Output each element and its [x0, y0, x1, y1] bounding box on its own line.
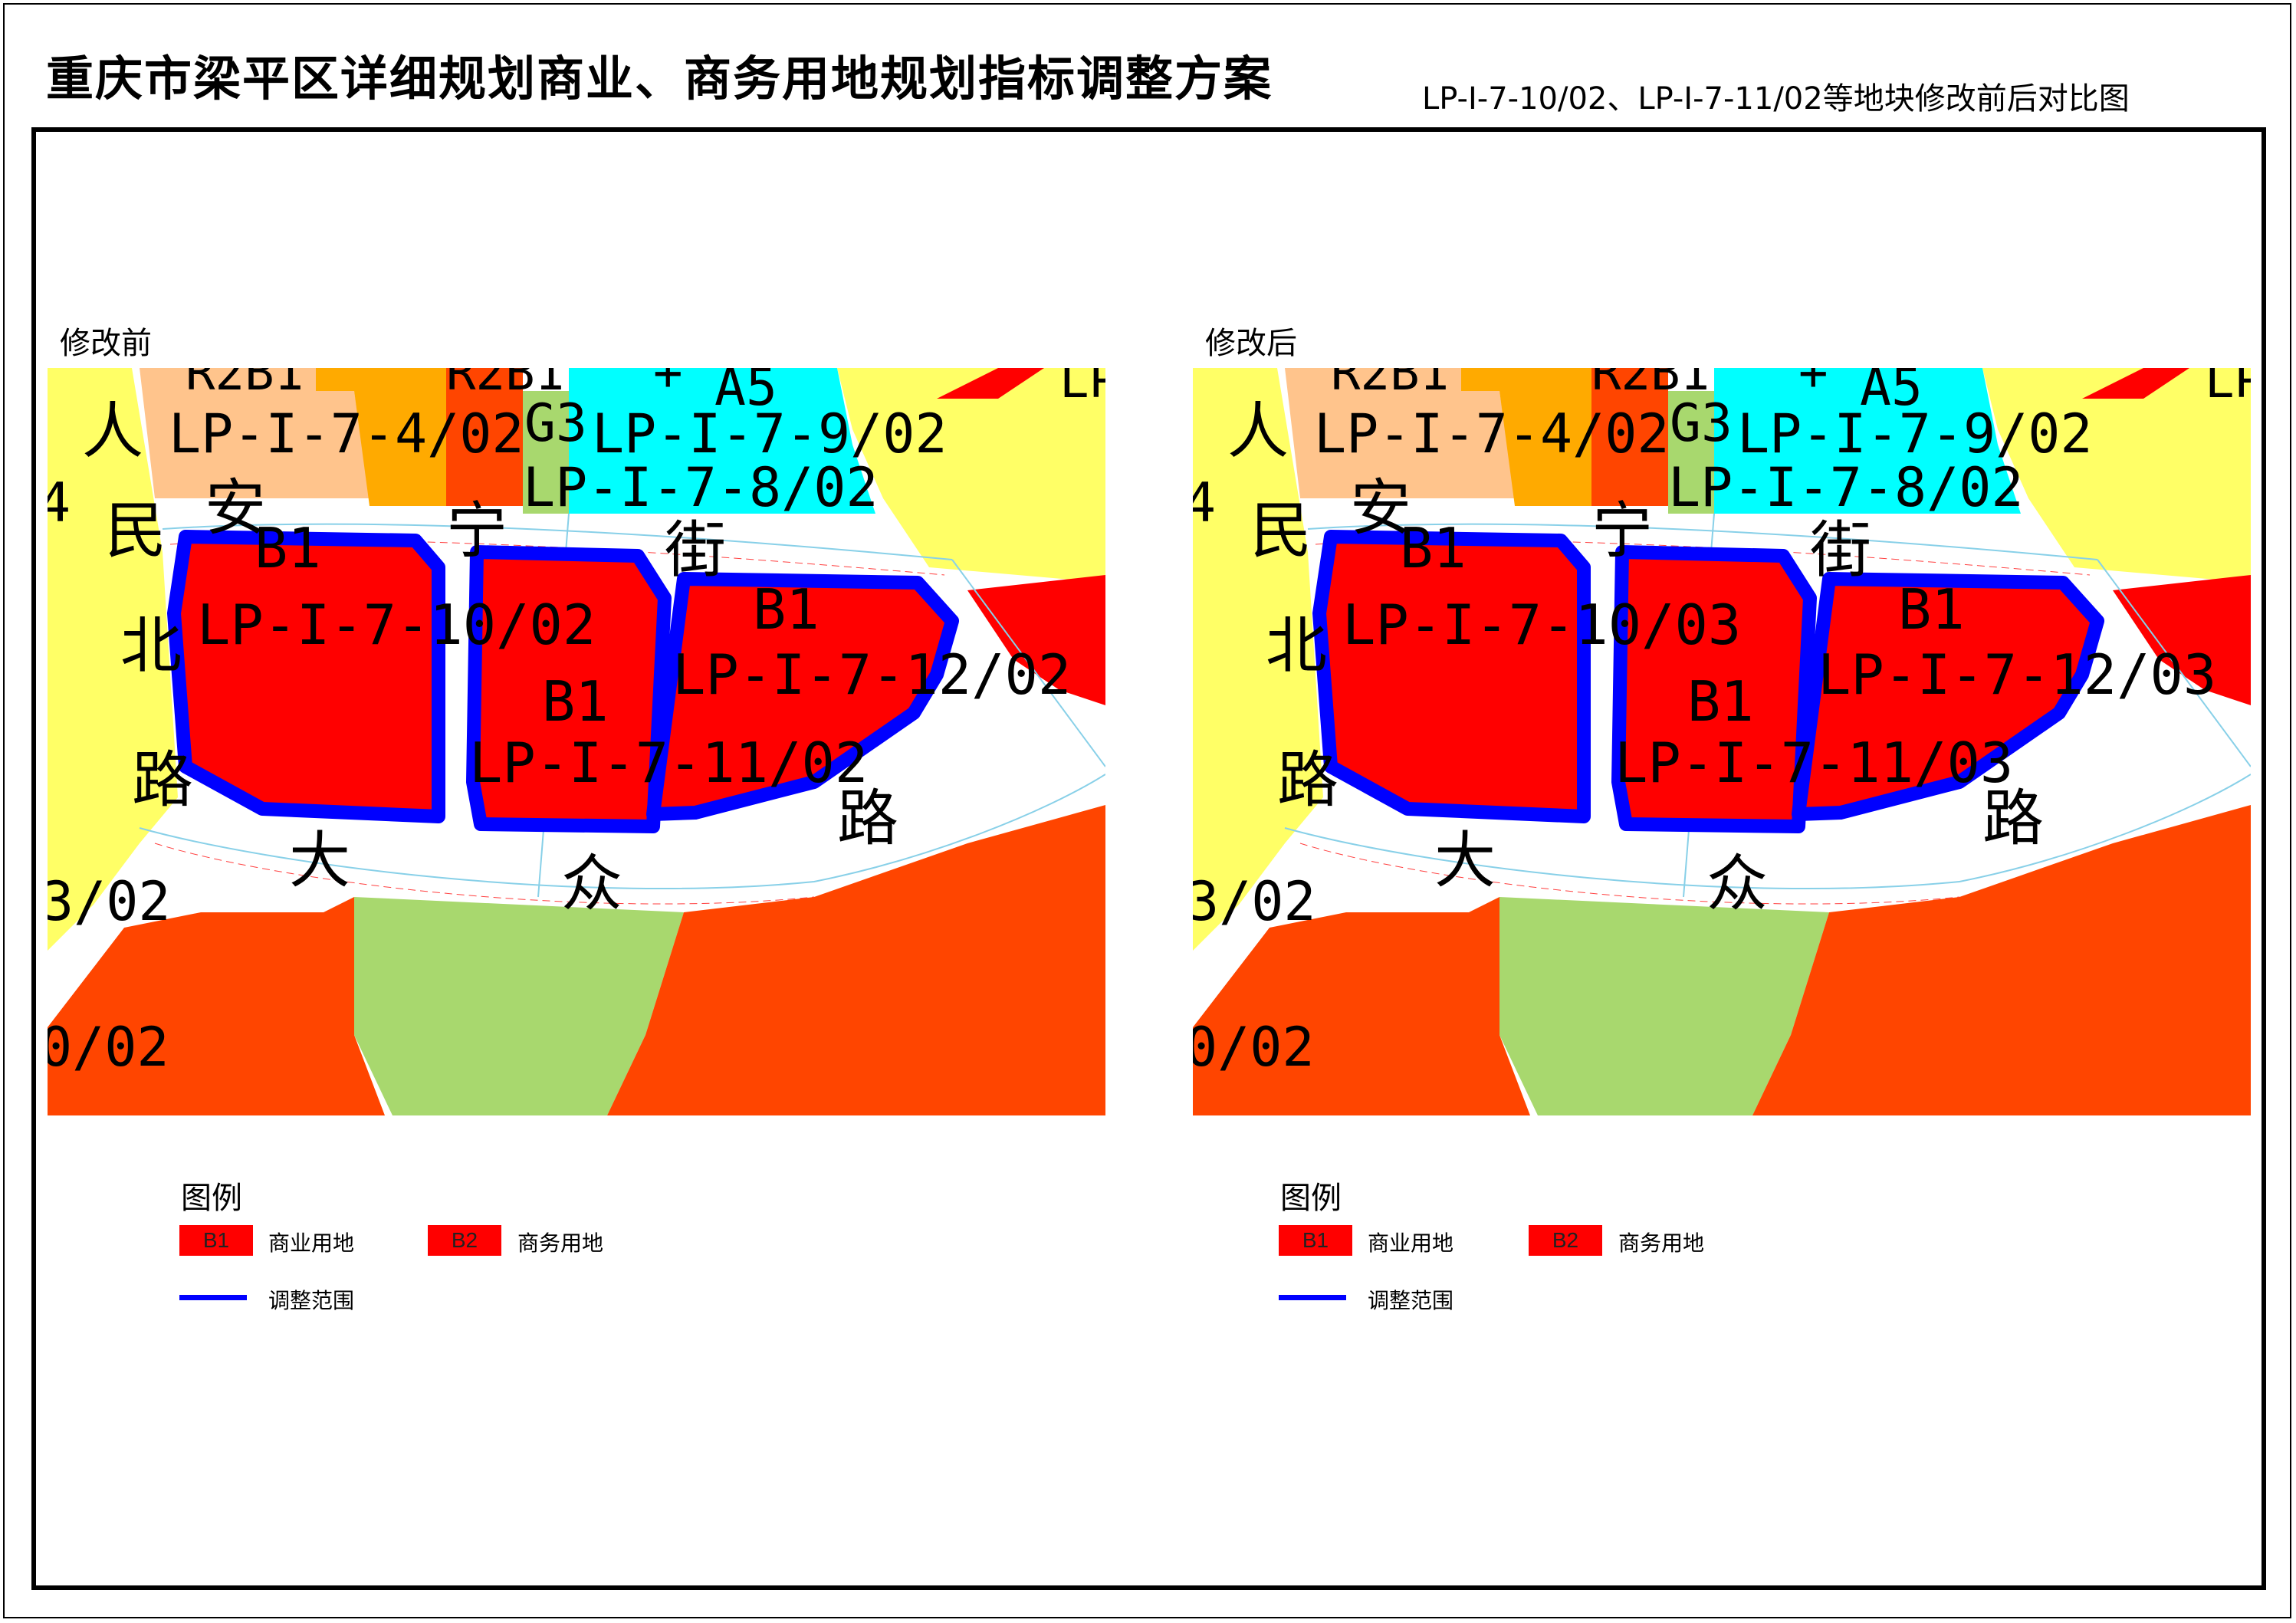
- label-code-0: 0/02: [48, 1016, 169, 1079]
- parcel-code-east: LP-I-7-12/03: [1818, 642, 2216, 707]
- street-char: 宁: [446, 495, 507, 567]
- parcel-use-west: B1: [255, 516, 321, 580]
- legend-swatch-b2: B2: [428, 1225, 501, 1256]
- legend-line-adjust: [1279, 1295, 1346, 1300]
- street-char: 人: [82, 396, 143, 467]
- label-code-8: LP-I-7-8/02: [523, 456, 879, 519]
- label-edge-4: 4: [48, 471, 71, 534]
- page-title: 重庆市梁平区详细规划商业、商务用地规划指标调整方案: [46, 51, 1273, 107]
- legend-swatch-b1: B1: [1279, 1225, 1352, 1256]
- street-char: 街: [1810, 514, 1871, 586]
- label-code-3: 3/02: [1193, 870, 1316, 933]
- legend-title: 图例: [1280, 1181, 1342, 1216]
- parcel-code-middle: LP-I-7-11/02: [469, 731, 868, 795]
- label-g3: G3: [1670, 393, 1733, 454]
- parcel-code-east: LP-I-7-12/02: [672, 642, 1071, 707]
- street-char: 路: [132, 744, 193, 816]
- parcel-use-middle: B1: [1687, 669, 1754, 734]
- label-code-8: LP-I-7-8/02: [1668, 456, 2024, 519]
- street-char: 众: [1706, 848, 1768, 919]
- parcel-use-middle: B1: [542, 669, 609, 734]
- street-char: 北: [120, 610, 182, 682]
- street-char: 大: [1434, 825, 1496, 896]
- street-char: 众: [561, 848, 622, 919]
- parcel-use-east: B1: [1898, 577, 1965, 642]
- legend-label-b2: 商务用地: [1618, 1230, 1705, 1256]
- street-char: 大: [289, 825, 350, 896]
- street-char: 人: [1227, 396, 1289, 467]
- label-edge-4: 4: [1193, 471, 1216, 534]
- label-code-0: 0/02: [1193, 1016, 1315, 1079]
- legend-label-adjust: 调整范围: [268, 1288, 355, 1313]
- street-char: 路: [1277, 744, 1339, 816]
- parcel-code-middle: LP-I-7-11/03: [1614, 731, 2013, 795]
- parcel-code-west: LP-I-7-10/03: [1342, 593, 1741, 657]
- page-subtitle: LP-I-7-10/02、LP-I-7-11/02等地块修改前后对比图: [1422, 81, 2130, 117]
- parcel-code-west: LP-I-7-10/02: [197, 593, 596, 657]
- legend-title: 图例: [181, 1181, 242, 1216]
- label-code-4: LP-I-7-4/02: [169, 402, 524, 465]
- label-plus: +: [653, 368, 683, 402]
- label-g3: G3: [524, 393, 587, 454]
- map-before: R2B1 R2B1 + A5 LP G3 LP-I-7-4/02 LP-I-7-…: [38, 345, 1118, 1115]
- label-r2b1-left: R2B1: [1331, 368, 1449, 402]
- label-lp-corner: LP: [1059, 368, 1105, 409]
- street-char: 北: [1266, 610, 1327, 682]
- label-plus: +: [1798, 368, 1828, 402]
- legend-swatch-b2: B2: [1529, 1225, 1602, 1256]
- legend-label-b1: 商业用地: [1368, 1230, 1454, 1256]
- street-char: 宁: [1591, 495, 1653, 567]
- parcel-use-east: B1: [753, 577, 820, 642]
- label-code-3: 3/02: [48, 870, 171, 933]
- panel-label-after: 修改后: [1205, 326, 1297, 361]
- panel-label-before: 修改前: [60, 326, 152, 361]
- legend-label-b2: 商务用地: [517, 1230, 604, 1256]
- parcel-use-west: B1: [1400, 516, 1467, 580]
- legend-label-adjust: 调整范围: [1368, 1288, 1454, 1313]
- label-lp-corner: LP: [2205, 368, 2251, 409]
- legend-line-adjust: [179, 1295, 247, 1300]
- street-char: 街: [665, 514, 726, 586]
- map-after: R2B1 R2B1 + A5 LP G3 LP-I-7-4/02 LP-I-7-…: [1184, 345, 2264, 1115]
- label-r2b1-left: R2B1: [186, 368, 304, 402]
- street-char: 民: [1250, 495, 1312, 567]
- legend-label-b1: 商业用地: [268, 1230, 355, 1256]
- street-char: 民: [105, 495, 166, 567]
- label-code-4: LP-I-7-4/02: [1314, 402, 1670, 465]
- legend-swatch-b1: B1: [179, 1225, 253, 1256]
